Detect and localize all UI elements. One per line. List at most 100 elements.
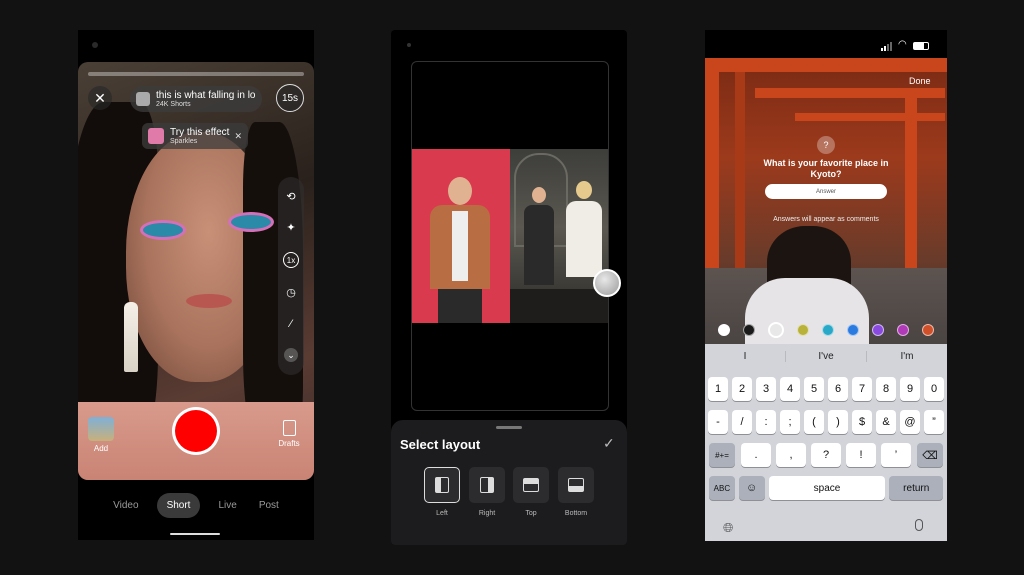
key[interactable]: ) (828, 410, 848, 434)
key[interactable]: : (756, 410, 776, 434)
key[interactable]: 4 (780, 377, 800, 401)
mode-post[interactable]: Post (255, 500, 283, 511)
sound-chip[interactable]: this is what falling in lo 24K Shorts (130, 86, 262, 112)
mode-live[interactable]: Live (214, 500, 240, 511)
key[interactable]: ? (811, 443, 841, 467)
color-swatch-light-gray[interactable] (767, 322, 784, 338)
sheet-grabber[interactable] (496, 426, 522, 429)
battery-icon (913, 42, 929, 50)
mode-short[interactable]: Short (156, 492, 201, 518)
effect-suggestion-chip[interactable]: Try this effect Sparkles ✕ (142, 123, 248, 149)
split-divider-handle[interactable] (593, 269, 621, 297)
mode-video[interactable]: Video (109, 500, 142, 511)
color-swatch-blue[interactable] (847, 324, 860, 336)
color-swatch-cyan[interactable] (821, 324, 834, 336)
preview-lips (186, 294, 232, 308)
key[interactable]: @ (900, 410, 920, 434)
color-swatch-purple[interactable] (872, 324, 885, 336)
select-layout-sheet: Select layout ✓ Left Right Top Bottom (391, 420, 627, 545)
emoji-key[interactable]: ☺ (738, 476, 765, 500)
phone-camera-screen: ✕ this is what falling in lo 24K Shorts … (78, 30, 314, 540)
key[interactable]: $ (852, 410, 872, 434)
flip-camera-icon[interactable]: ⟲ (284, 190, 298, 204)
color-swatch-olive[interactable] (796, 324, 809, 336)
front-camera-dot (407, 43, 411, 47)
more-symbols-key[interactable]: #+= (709, 443, 735, 467)
layout-option-right[interactable] (469, 467, 505, 503)
preview-person3-coat (566, 201, 602, 277)
key[interactable]: 2 (732, 377, 752, 401)
key[interactable]: 8 (876, 377, 896, 401)
layout-label-top: Top (525, 510, 537, 517)
close-button[interactable]: ✕ (88, 86, 112, 110)
suggestion-item[interactable]: I'm (867, 351, 947, 362)
key[interactable]: 0 (924, 377, 944, 401)
sparkle-effects-icon[interactable]: ✦ (284, 221, 298, 235)
suggestion-item[interactable]: I've (786, 350, 867, 362)
phone-layout-screen: Select layout ✓ Left Right Top Bottom (391, 30, 627, 545)
color-swatch-black[interactable] (742, 324, 755, 336)
key[interactable]: ( (804, 410, 824, 434)
keyboard: I I've I'm 1 2 3 4 5 6 7 8 9 0 - / : ; (… (705, 344, 947, 541)
drafts-button[interactable]: Drafts (276, 420, 302, 448)
keyboard-row-symbols: - / : ; ( ) $ & @ ” (705, 410, 947, 434)
keyboard-row-bottom: ABC ☺ space return (705, 476, 947, 500)
key[interactable]: 9 (900, 377, 920, 401)
preview-floor (510, 289, 608, 323)
speed-icon[interactable]: 1x (283, 252, 299, 269)
key[interactable]: 3 (756, 377, 776, 401)
timer-icon[interactable]: ◷ (284, 286, 298, 300)
layout-option-left[interactable] (424, 467, 460, 503)
add-label: Add (93, 444, 109, 453)
background-photo (705, 58, 947, 344)
record-button[interactable] (172, 407, 220, 455)
key[interactable]: ’ (881, 443, 911, 467)
layout-left-icon (435, 477, 449, 493)
layout-label-right: Right (478, 510, 496, 517)
key[interactable]: / (732, 410, 752, 434)
key[interactable]: ; (780, 410, 800, 434)
retouch-wand-icon[interactable]: ⁄ (284, 317, 298, 331)
timer-button[interactable]: 15s (276, 84, 304, 112)
key[interactable]: ” (924, 410, 944, 434)
camera-preview: ✕ this is what falling in lo 24K Shorts … (78, 62, 314, 480)
keyboard-row-punctuation: #+= . , ? ! ’ ⌫ (705, 443, 947, 467)
answer-field[interactable]: Answer (765, 184, 887, 199)
key[interactable]: & (876, 410, 896, 434)
color-swatch-white[interactable] (717, 324, 730, 336)
abc-key[interactable]: ABC (709, 476, 735, 500)
chevron-down-icon[interactable]: ⌄ (284, 348, 298, 363)
key[interactable]: 1 (708, 377, 728, 401)
done-button[interactable]: Done (909, 76, 931, 86)
recording-progress-bar (88, 72, 304, 76)
backspace-key[interactable]: ⌫ (917, 443, 943, 467)
key[interactable]: ! (846, 443, 876, 467)
globe-icon[interactable]: 🌐︎ (723, 520, 733, 536)
layout-option-top[interactable] (513, 467, 549, 503)
key[interactable]: 7 (852, 377, 872, 401)
preview-person-legs (438, 289, 482, 323)
confirm-check-icon[interactable]: ✓ (603, 435, 615, 452)
layout-option-bottom[interactable] (558, 467, 594, 503)
capture-mode-selector: Video Short Live Post (78, 490, 314, 520)
microphone-icon[interactable] (915, 519, 923, 531)
preview-person-shirt (452, 211, 468, 281)
key[interactable]: - (708, 410, 728, 434)
color-swatch-magenta[interactable] (897, 324, 910, 336)
return-key[interactable]: return (889, 476, 943, 500)
key[interactable]: , (776, 443, 806, 467)
color-swatch-orange[interactable] (922, 324, 935, 336)
preview-person-head (448, 177, 472, 205)
key[interactable]: . (741, 443, 771, 467)
key[interactable]: 5 (804, 377, 824, 401)
effect-dismiss-icon[interactable]: ✕ (234, 131, 242, 142)
question-text[interactable]: What is your favorite place in Kyoto? (757, 158, 895, 180)
signal-icon (881, 42, 892, 51)
layout-preview-frame (411, 61, 609, 411)
suggestion-item[interactable]: I (705, 350, 786, 362)
add-media-button[interactable]: Add (88, 417, 114, 453)
key[interactable]: 6 (828, 377, 848, 401)
space-key[interactable]: space (768, 476, 886, 500)
gallery-thumbnail-icon (88, 417, 114, 441)
layout-label-bottom: Bottom (564, 510, 588, 517)
